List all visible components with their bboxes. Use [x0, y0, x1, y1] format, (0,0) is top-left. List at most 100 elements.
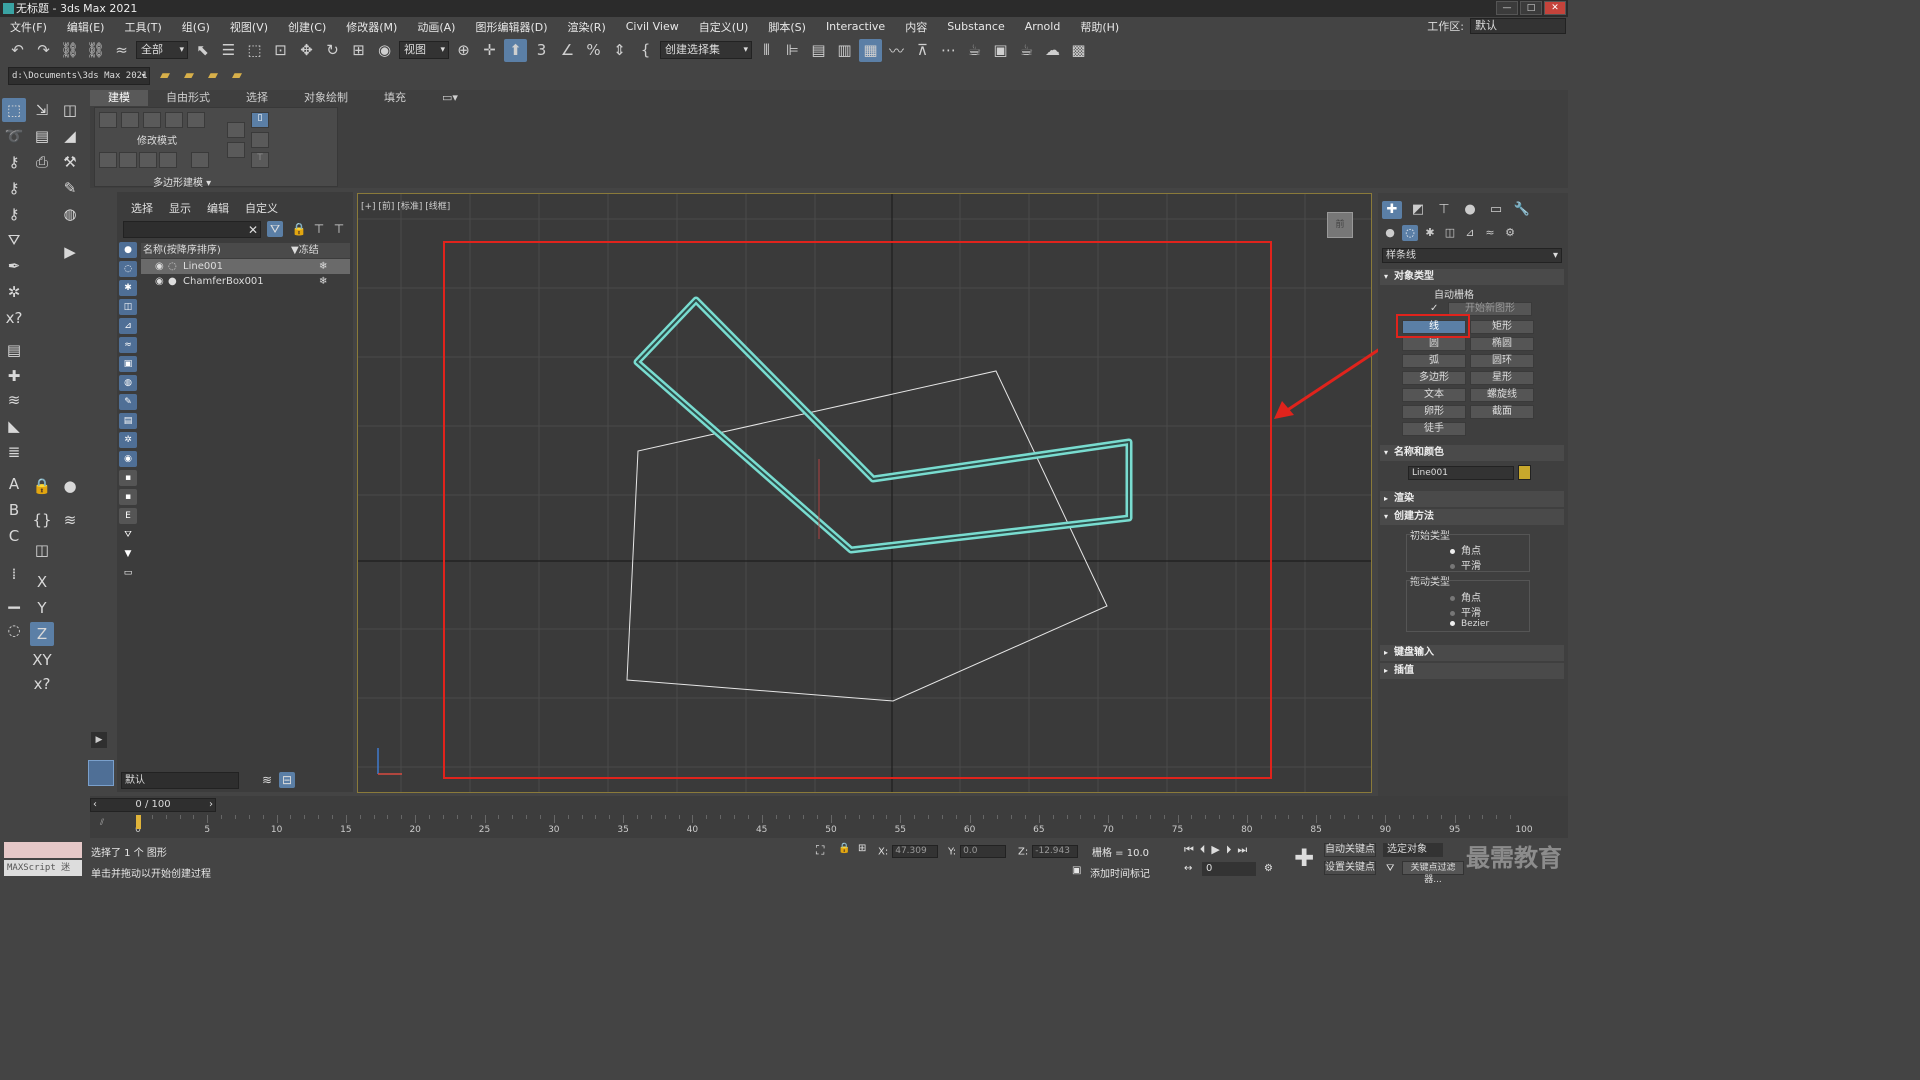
- square-icon[interactable]: ▭: [119, 565, 137, 581]
- funnel-icon[interactable]: ⛛: [119, 527, 137, 543]
- motion-tab-icon[interactable]: ●: [1460, 201, 1480, 219]
- time-tag-icon[interactable]: ▣: [1072, 865, 1081, 876]
- paint-bucket-icon[interactable]: ◣: [2, 414, 26, 438]
- sphere-icon[interactable]: ●: [58, 474, 82, 498]
- pivot-center-icon[interactable]: ⊕: [452, 39, 475, 62]
- ribbon-options-icon[interactable]: ▭▾: [424, 90, 476, 106]
- rotate-icon[interactable]: ↻: [321, 39, 344, 62]
- select-manipulate-icon[interactable]: ✛: [478, 39, 501, 62]
- filter-geometry-icon[interactable]: ●: [119, 242, 137, 258]
- column-freeze[interactable]: ▼冻结: [291, 243, 319, 258]
- filter-shapes-icon[interactable]: ◌: [119, 261, 137, 277]
- layer-color-swatch[interactable]: [88, 760, 114, 786]
- filter-icon[interactable]: ⛛: [267, 221, 283, 237]
- ribbon-tool-icon[interactable]: [121, 112, 139, 128]
- hierarchy-tab-icon[interactable]: ⊤: [1434, 201, 1454, 219]
- freeze-snowflake-icon[interactable]: ❄: [319, 274, 327, 289]
- toggle-ribbon-icon[interactable]: ▥: [833, 39, 856, 62]
- filter-misc2-icon[interactable]: ▪: [119, 489, 137, 505]
- menu-group[interactable]: 组(G): [172, 19, 220, 35]
- lasso-icon[interactable]: ➰: [2, 124, 26, 148]
- set-key-button[interactable]: 设置关键点: [1324, 861, 1376, 875]
- camera-icon[interactable]: ◫: [30, 538, 54, 562]
- menu-file[interactable]: 文件(F): [0, 19, 57, 35]
- schematic-view-icon[interactable]: ⊼: [911, 39, 934, 62]
- percent-snap-icon[interactable]: %: [582, 39, 605, 62]
- drag-corner-radio[interactable]: 角点: [1450, 589, 1481, 604]
- project-folder-dropdown[interactable]: d:\Documents\3ds Max 2021: [8, 67, 150, 85]
- filter-bones-icon[interactable]: ✎: [119, 394, 137, 410]
- menu-animation[interactable]: 动画(A): [407, 19, 465, 35]
- ribbon-side-icon[interactable]: T: [251, 152, 269, 168]
- helix-button[interactable]: 螺旋线: [1470, 388, 1534, 402]
- move-icon[interactable]: ✥: [295, 39, 318, 62]
- rollout-name-color[interactable]: 名称和颜色: [1380, 445, 1564, 461]
- text-c-icon[interactable]: C: [2, 524, 26, 548]
- text-b-icon[interactable]: B: [2, 498, 26, 522]
- filter-visibility-icon[interactable]: ◉: [119, 451, 137, 467]
- absolute-mode-icon[interactable]: ⊞: [858, 843, 866, 854]
- brush-icon[interactable]: ✎: [58, 176, 82, 200]
- explorer-tab-select[interactable]: 选择: [131, 200, 153, 216]
- prev-frame-icon[interactable]: ⏴: [1200, 843, 1206, 857]
- pen-icon[interactable]: ✒: [2, 254, 26, 278]
- visibility-eye-icon[interactable]: ◉: [155, 259, 164, 274]
- ribbon-side-icon[interactable]: [227, 142, 245, 158]
- layer-hierarchy-icon[interactable]: ⊤: [331, 221, 347, 237]
- globe-icon[interactable]: ◍: [58, 202, 82, 226]
- play-anim-icon[interactable]: ▶: [58, 240, 82, 264]
- current-frame-field[interactable]: 0: [1202, 862, 1256, 876]
- render-setup-icon[interactable]: ☕: [963, 39, 986, 62]
- systems-icon[interactable]: ⚙: [1502, 225, 1518, 241]
- time-next-icon[interactable]: ›: [209, 799, 213, 811]
- go-to-start-icon[interactable]: ⏮: [1184, 843, 1194, 857]
- ribbon-tab-modeling[interactable]: 建模: [90, 90, 148, 106]
- menu-views[interactable]: 视图(V): [220, 19, 278, 35]
- next-frame-icon[interactable]: ⏵: [1226, 843, 1232, 857]
- star-button[interactable]: 星形: [1470, 371, 1534, 385]
- unlink-icon[interactable]: ⛓: [84, 39, 107, 62]
- shape-category-dropdown[interactable]: 样条线: [1382, 248, 1562, 263]
- redo-icon[interactable]: ↷: [32, 39, 55, 62]
- hammer-icon[interactable]: ⚒: [58, 150, 82, 174]
- key-alt-icon[interactable]: ⚷: [2, 202, 26, 226]
- render-online-icon[interactable]: ☁: [1041, 39, 1064, 62]
- menu-arnold[interactable]: Arnold: [1015, 20, 1071, 33]
- minimize-button[interactable]: —: [1496, 1, 1518, 15]
- text-button[interactable]: 文本: [1402, 388, 1466, 402]
- ribbon-tool-icon[interactable]: [99, 112, 117, 128]
- close-button[interactable]: ✕: [1544, 1, 1566, 15]
- open-folder-icon[interactable]: ▰: [156, 67, 174, 85]
- selection-filter-dropdown[interactable]: 全部: [136, 41, 188, 59]
- undo-icon[interactable]: ↶: [6, 39, 29, 62]
- set-key-icon[interactable]: ✚: [1291, 845, 1317, 871]
- bind-space-warp-icon[interactable]: ≈: [110, 39, 133, 62]
- display-tab-icon[interactable]: ▭: [1486, 201, 1506, 219]
- select-object-icon[interactable]: ⬉: [191, 39, 214, 62]
- start-new-shape-checkbox[interactable]: ✓: [1430, 303, 1438, 314]
- maxscript-mini[interactable]: MAXScript 迷: [4, 860, 82, 876]
- spinner-snap-icon[interactable]: ⇕: [608, 39, 631, 62]
- cameras-icon[interactable]: ◫: [1442, 225, 1458, 241]
- named-selection-dropdown[interactable]: 创建选择集: [660, 41, 752, 59]
- shapes-icon[interactable]: ◌: [1402, 225, 1418, 241]
- ribbon-subobject-icon[interactable]: [191, 152, 209, 168]
- stack-icon[interactable]: ≣: [2, 440, 26, 464]
- lock-icon[interactable]: 🔒: [30, 474, 54, 498]
- brace-icon[interactable]: {}: [30, 508, 54, 532]
- explorer-tab-edit[interactable]: 编辑: [207, 200, 229, 216]
- time-prev-icon[interactable]: ‹: [93, 799, 97, 811]
- folder-save-icon[interactable]: ▰: [180, 67, 198, 85]
- layer-stack-icon[interactable]: ▤: [2, 338, 26, 362]
- menu-tools[interactable]: 工具(T): [114, 19, 171, 35]
- layer-dropdown[interactable]: 默认: [121, 772, 239, 789]
- egg-button[interactable]: 卵形: [1402, 405, 1466, 419]
- viewcube-icon[interactable]: 前: [1327, 212, 1353, 238]
- modify-tab-icon[interactable]: ◩: [1408, 201, 1428, 219]
- mirror-icon[interactable]: ⫴: [755, 39, 778, 62]
- render-production-icon[interactable]: ☕: [1015, 39, 1038, 62]
- key-icon[interactable]: ⚷: [2, 176, 26, 200]
- axis-xz-icon[interactable]: x?: [30, 672, 54, 696]
- create-tab-icon[interactable]: ✚: [1382, 201, 1402, 219]
- play-icon[interactable]: ▶: [1211, 843, 1219, 857]
